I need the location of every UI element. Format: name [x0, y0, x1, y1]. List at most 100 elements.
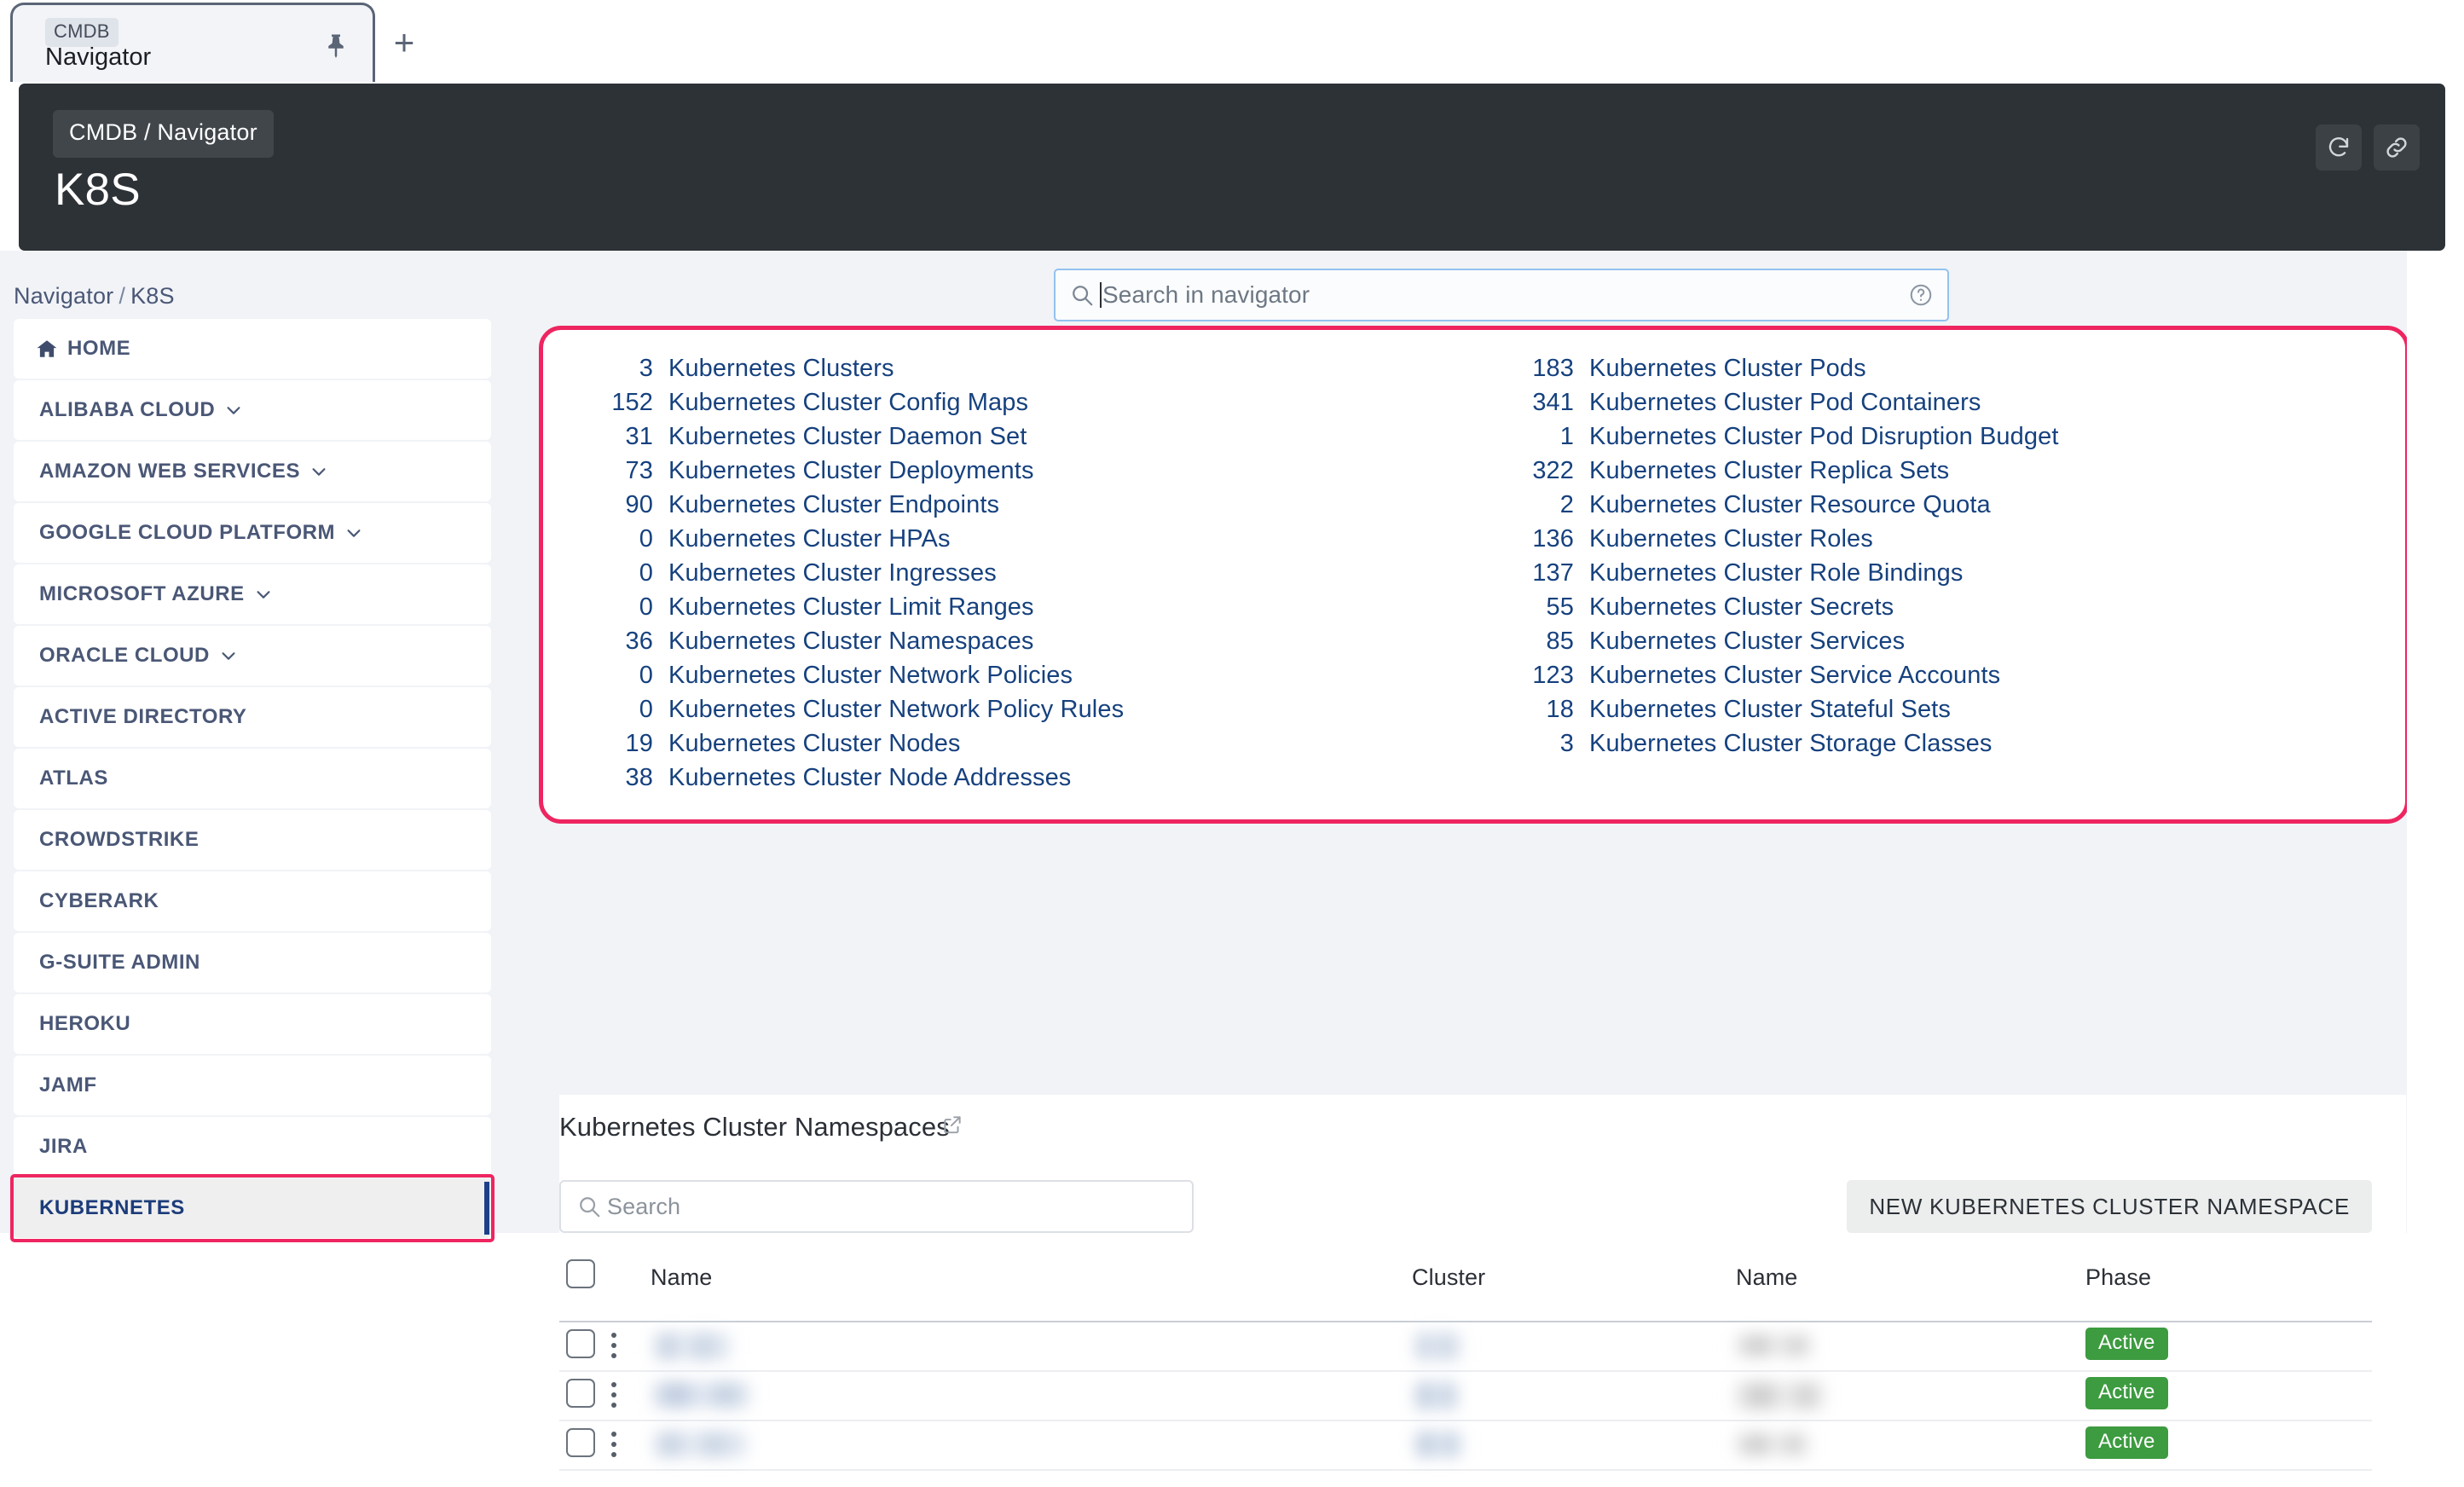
- sidebar-item-amazon-web-services[interactable]: AMAZON WEB SERVICES: [14, 442, 491, 501]
- resource-count-row[interactable]: 73 Kubernetes Cluster Deployments: [542, 457, 1446, 491]
- refresh-icon[interactable]: [2316, 124, 2362, 171]
- tab-navigator[interactable]: CMDB Navigator: [10, 3, 375, 82]
- navigator-search[interactable]: Search in navigator: [1054, 269, 1949, 321]
- cell-name-2: [1736, 1433, 1809, 1455]
- resource-count-row[interactable]: 0 Kubernetes Cluster Network Policy Rules: [542, 696, 1446, 730]
- table-row[interactable]: Active: [559, 1372, 2372, 1421]
- sidebar-item-kubernetes[interactable]: KUBERNETES: [10, 1174, 495, 1242]
- resource-count-row[interactable]: 0 Kubernetes Cluster HPAs: [542, 525, 1446, 559]
- resource-count-row[interactable]: 90 Kubernetes Cluster Endpoints: [542, 491, 1446, 525]
- resource-count-row[interactable]: 137 Kubernetes Cluster Role Bindings: [1463, 559, 2367, 593]
- pin-icon[interactable]: [323, 31, 349, 60]
- resource-count-row[interactable]: 55 Kubernetes Cluster Secrets: [1463, 593, 2367, 628]
- resource-count-row[interactable]: 18 Kubernetes Cluster Stateful Sets: [1463, 696, 2367, 730]
- resource-link[interactable]: Kubernetes Cluster Resource Quota: [1589, 491, 1991, 519]
- sidebar-item-jira[interactable]: JIRA: [14, 1117, 491, 1177]
- resource-link[interactable]: Kubernetes Cluster Secrets: [1589, 593, 1894, 622]
- table-row[interactable]: Active: [559, 1322, 2372, 1372]
- resource-link[interactable]: Kubernetes Cluster Node Addresses: [668, 764, 1071, 792]
- sidebar-item-label: ALIBABA CLOUD: [39, 398, 216, 421]
- resource-link[interactable]: Kubernetes Cluster Network Policy Rules: [668, 696, 1124, 724]
- resource-link[interactable]: Kubernetes Cluster Endpoints: [668, 491, 999, 519]
- resource-count-row[interactable]: 3 Kubernetes Clusters: [542, 355, 1446, 389]
- sidebar-item-heroku[interactable]: HEROKU: [14, 994, 491, 1054]
- sidebar-item-cyberark[interactable]: CYBERARK: [14, 871, 491, 931]
- resource-link[interactable]: Kubernetes Cluster Storage Classes: [1589, 730, 1992, 758]
- new-tab-button[interactable]: +: [385, 25, 423, 63]
- resource-link[interactable]: Kubernetes Cluster Namespaces: [668, 628, 1033, 656]
- resource-link[interactable]: Kubernetes Cluster Deployments: [668, 457, 1034, 485]
- sidebar-item-oracle-cloud[interactable]: ORACLE CLOUD: [14, 626, 491, 686]
- resource-count-row[interactable]: 322 Kubernetes Cluster Replica Sets: [1463, 457, 2367, 491]
- row-menu-icon[interactable]: [611, 1382, 616, 1411]
- resource-link[interactable]: Kubernetes Cluster Replica Sets: [1589, 457, 1949, 485]
- link-icon[interactable]: [2374, 124, 2420, 171]
- question-circle-icon[interactable]: [1908, 282, 1934, 308]
- sidebar-item-crowdstrike[interactable]: CROWDSTRIKE: [14, 810, 491, 870]
- resource-link[interactable]: Kubernetes Cluster Pods: [1589, 355, 1866, 383]
- row-checkbox[interactable]: [566, 1329, 595, 1363]
- resource-link[interactable]: Kubernetes Cluster Nodes: [668, 730, 961, 758]
- sidebar-item-microsoft-azure[interactable]: MICROSOFT AZURE: [14, 564, 491, 624]
- resource-count-row[interactable]: 136 Kubernetes Cluster Roles: [1463, 525, 2367, 559]
- table-row[interactable]: Active: [559, 1421, 2372, 1471]
- row-menu-icon[interactable]: [611, 1432, 616, 1461]
- resource-link[interactable]: Kubernetes Cluster Pod Containers: [1589, 389, 1981, 417]
- resource-link[interactable]: Kubernetes Clusters: [668, 355, 894, 383]
- resource-link[interactable]: Kubernetes Cluster Roles: [1589, 525, 1873, 553]
- external-link-icon[interactable]: [941, 1114, 963, 1136]
- header-breadcrumb-chip[interactable]: CMDB / Navigator: [53, 110, 274, 158]
- row-menu-icon[interactable]: [611, 1333, 616, 1362]
- resource-count-row[interactable]: 3 Kubernetes Cluster Storage Classes: [1463, 730, 2367, 764]
- new-namespace-button[interactable]: NEW KUBERNETES CLUSTER NAMESPACE: [1847, 1180, 2372, 1233]
- column-header-name[interactable]: Name: [651, 1264, 712, 1291]
- row-checkbox[interactable]: [566, 1428, 595, 1461]
- resource-count-row[interactable]: 152 Kubernetes Cluster Config Maps: [542, 389, 1446, 423]
- resource-count-row[interactable]: 0 Kubernetes Cluster Limit Ranges: [542, 593, 1446, 628]
- resource-link[interactable]: Kubernetes Cluster Limit Ranges: [668, 593, 1034, 622]
- select-all-checkbox[interactable]: [566, 1259, 595, 1294]
- column-header-cluster[interactable]: Cluster: [1412, 1264, 1485, 1291]
- resource-link[interactable]: Kubernetes Cluster HPAs: [668, 525, 951, 553]
- resource-count-row[interactable]: 341 Kubernetes Cluster Pod Containers: [1463, 389, 2367, 423]
- resource-count-row[interactable]: 19 Kubernetes Cluster Nodes: [542, 730, 1446, 764]
- resource-link[interactable]: Kubernetes Cluster Pod Disruption Budget: [1589, 423, 2058, 451]
- resource-link[interactable]: Kubernetes Cluster Role Bindings: [1589, 559, 1963, 587]
- resource-count-row[interactable]: 38 Kubernetes Cluster Node Addresses: [542, 764, 1446, 798]
- resource-count-row[interactable]: 123 Kubernetes Cluster Service Accounts: [1463, 662, 2367, 696]
- resource-count-row[interactable]: 0 Kubernetes Cluster Network Policies: [542, 662, 1446, 696]
- resource-count-row[interactable]: 1 Kubernetes Cluster Pod Disruption Budge…: [1463, 423, 2367, 457]
- resource-count-row[interactable]: 183 Kubernetes Cluster Pods: [1463, 355, 2367, 389]
- column-header-phase[interactable]: Phase: [2085, 1264, 2151, 1291]
- navigator-sidebar: HOME ALIBABA CLOUD AMAZON WEB SERVICES G…: [10, 319, 495, 1242]
- resource-count-row[interactable]: 31 Kubernetes Cluster Daemon Set: [542, 423, 1446, 457]
- sidebar-item-g-suite-admin[interactable]: G-SUITE ADMIN: [14, 933, 491, 992]
- sidebar-item-google-cloud-platform[interactable]: GOOGLE CLOUD PLATFORM: [14, 503, 491, 563]
- breadcrumb-root[interactable]: Navigator: [14, 283, 113, 309]
- breadcrumb-current[interactable]: K8S: [130, 283, 175, 309]
- table-search[interactable]: Search: [559, 1180, 1194, 1233]
- table-search-input[interactable]: Search: [607, 1194, 680, 1220]
- resource-count-row[interactable]: 0 Kubernetes Cluster Ingresses: [542, 559, 1446, 593]
- resource-link[interactable]: Kubernetes Cluster Services: [1589, 628, 1905, 656]
- resource-count-row[interactable]: 2 Kubernetes Cluster Resource Quota: [1463, 491, 2367, 525]
- cell-name: [653, 1382, 750, 1408]
- resource-link[interactable]: Kubernetes Cluster Service Accounts: [1589, 662, 2000, 690]
- resource-link[interactable]: Kubernetes Cluster Config Maps: [668, 389, 1028, 417]
- sidebar-item-atlas[interactable]: ATLAS: [14, 749, 491, 808]
- resource-link[interactable]: Kubernetes Cluster Daemon Set: [668, 423, 1027, 451]
- resource-link[interactable]: Kubernetes Cluster Ingresses: [668, 559, 997, 587]
- sidebar-item-alibaba-cloud[interactable]: ALIBABA CLOUD: [14, 380, 491, 440]
- sidebar-item-home[interactable]: HOME: [14, 319, 491, 379]
- resource-count-row[interactable]: 85 Kubernetes Cluster Services: [1463, 628, 2367, 662]
- row-checkbox[interactable]: [566, 1379, 595, 1412]
- resource-link[interactable]: Kubernetes Cluster Stateful Sets: [1589, 696, 1951, 724]
- resource-count-row[interactable]: 36 Kubernetes Cluster Namespaces: [542, 628, 1446, 662]
- sidebar-item-jamf[interactable]: JAMF: [14, 1056, 491, 1115]
- resource-link[interactable]: Kubernetes Cluster Network Policies: [668, 662, 1073, 690]
- navigator-search-input[interactable]: Search in navigator: [1102, 281, 1310, 309]
- column-header-name-2[interactable]: Name: [1736, 1264, 1797, 1291]
- resource-count: 1: [1559, 423, 1574, 450]
- chevron-down-icon: [254, 585, 273, 604]
- sidebar-item-active-directory[interactable]: ACTIVE DIRECTORY: [14, 687, 491, 747]
